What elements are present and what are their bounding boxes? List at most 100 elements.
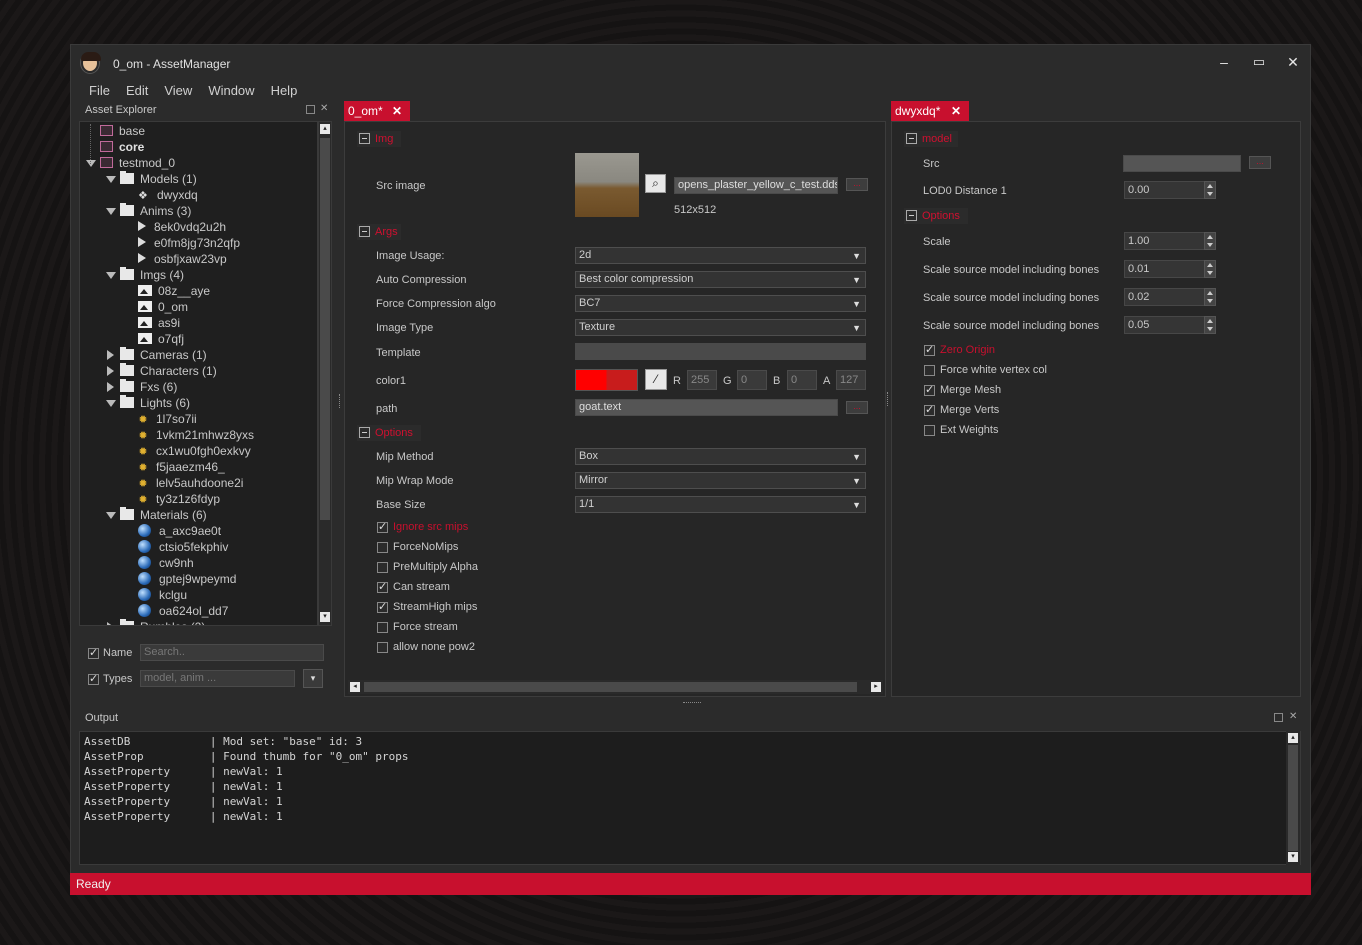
tree-item[interactable]: core xyxy=(100,139,144,155)
tree-item[interactable]: Characters (1) xyxy=(120,363,217,379)
scroll-thumb[interactable] xyxy=(1288,745,1298,851)
model-section-header[interactable]: model xyxy=(904,131,958,147)
base-size-select[interactable]: 1/1 ▼ xyxy=(575,496,866,513)
types-input[interactable]: model, anim ... xyxy=(140,670,295,687)
tree-item[interactable]: e0fm8jg73n2qfp xyxy=(138,235,240,251)
close-button[interactable]: ✕ xyxy=(1281,51,1305,73)
output-scrollbar[interactable]: ▴ ▾ xyxy=(1286,731,1300,865)
expand-arrow-icon[interactable] xyxy=(106,400,116,407)
option-checkbox[interactable] xyxy=(377,641,388,655)
menu-file[interactable]: File xyxy=(81,83,118,103)
path-input[interactable]: goat.text xyxy=(575,399,838,416)
expand-arrow-icon[interactable] xyxy=(106,512,116,519)
types-filter-checkbox[interactable] xyxy=(88,672,99,687)
tree-item[interactable]: ✹ lelv5auhdoone2i xyxy=(138,475,243,491)
expand-arrow-icon[interactable] xyxy=(106,272,116,279)
tree-item[interactable]: ✹ ty3z1z6fdyp xyxy=(138,491,220,507)
scale-source-spinbox[interactable]: 0.01 xyxy=(1124,260,1216,278)
browse-model-button[interactable]: ... xyxy=(1249,156,1271,169)
tree-item[interactable]: as9i xyxy=(138,315,180,331)
expand-arrow-icon[interactable] xyxy=(106,176,116,183)
types-dropdown-button[interactable]: ▾ xyxy=(303,669,323,688)
tree-item[interactable]: ✹ 1vkm21mhwz8yxs xyxy=(138,427,254,443)
color-a-input[interactable]: 127 xyxy=(836,370,866,390)
collapse-arrow-icon[interactable] xyxy=(107,350,114,360)
tree-item[interactable]: base xyxy=(100,123,145,139)
model-option-checkbox[interactable] xyxy=(924,364,935,378)
color-g-input[interactable]: 0 xyxy=(737,370,767,390)
tree-item[interactable]: Lights (6) xyxy=(120,395,190,411)
expand-arrow-icon[interactable] xyxy=(86,160,96,167)
spin-arrows-icon[interactable] xyxy=(1204,260,1216,278)
tree-item[interactable]: gptej9wpeymd xyxy=(138,571,236,587)
color-b-input[interactable]: 0 xyxy=(787,370,817,390)
zoom-icon[interactable]: ⌕ xyxy=(645,174,666,193)
hscroll-thumb[interactable] xyxy=(364,682,857,692)
name-filter-checkbox[interactable] xyxy=(88,646,99,661)
image-type-select[interactable]: Texture ▼ xyxy=(575,319,866,336)
tab-0-om[interactable]: 0_om* ✕ xyxy=(344,101,410,121)
scroll-up-button[interactable]: ▴ xyxy=(1288,733,1298,743)
browse-path-button[interactable]: ... xyxy=(846,401,868,414)
spin-arrows-icon[interactable] xyxy=(1204,232,1216,250)
scroll-thumb[interactable] xyxy=(320,138,330,520)
option-checkbox[interactable] xyxy=(377,580,388,595)
model-option-checkbox[interactable] xyxy=(924,403,935,418)
tree-item[interactable]: ctsio5fekphiv xyxy=(138,539,228,555)
menu-edit[interactable]: Edit xyxy=(118,83,156,103)
tree-item[interactable]: Models (1) xyxy=(120,171,197,187)
search-input[interactable]: Search.. xyxy=(140,644,324,661)
auto-compression-select[interactable]: Best color compression ▼ xyxy=(575,271,866,288)
tree-item[interactable]: Fxs (6) xyxy=(120,379,177,395)
color-swatch[interactable] xyxy=(575,369,638,391)
mip-method-select[interactable]: Box ▼ xyxy=(575,448,866,465)
tab-dwyxdq[interactable]: dwyxdq* ✕ xyxy=(891,101,969,121)
float-icon[interactable] xyxy=(306,105,315,114)
tree-item[interactable]: 08z__aye xyxy=(138,283,210,299)
horizontal-scrollbar[interactable]: ◂ ▸ xyxy=(348,680,883,694)
dock-close-icon[interactable]: ✕ xyxy=(1289,711,1297,722)
tree-item[interactable]: ✹ 1l7so7ii xyxy=(138,411,196,427)
tree-item[interactable]: ✹ f5jaaezm46_ xyxy=(138,459,224,475)
model-option-checkbox[interactable] xyxy=(924,383,935,398)
option-checkbox[interactable] xyxy=(377,621,388,635)
tree-item[interactable]: 8ek0vdq2u2h xyxy=(138,219,226,235)
scroll-left-button[interactable]: ◂ xyxy=(350,682,360,692)
force-compression-select[interactable]: BC7 ▼ xyxy=(575,295,866,312)
scroll-down-button[interactable]: ▾ xyxy=(320,612,330,622)
tree-item[interactable]: cw9nh xyxy=(138,555,194,571)
tree-item[interactable]: osbfjxaw23vp xyxy=(138,251,227,267)
menu-view[interactable]: View xyxy=(156,83,200,103)
tree-item[interactable]: ❖ dwyxdq xyxy=(138,187,198,203)
template-input[interactable] xyxy=(575,343,866,360)
spin-arrows-icon[interactable] xyxy=(1204,288,1216,306)
spin-arrows-icon[interactable] xyxy=(1204,181,1216,199)
browse-src-button[interactable]: ... xyxy=(846,178,868,191)
img-section-header[interactable]: Img xyxy=(357,131,401,147)
model-option-checkbox[interactable] xyxy=(924,424,935,438)
option-checkbox[interactable] xyxy=(377,520,388,535)
expand-arrow-icon[interactable] xyxy=(106,208,116,215)
scale-spinbox[interactable]: 1.00 xyxy=(1124,232,1216,250)
tab-close-icon[interactable]: ✕ xyxy=(392,101,402,121)
option-checkbox[interactable] xyxy=(377,541,388,555)
splitter-handle[interactable] xyxy=(683,702,701,704)
src-image-path[interactable]: opens_plaster_yellow_c_test.dds xyxy=(674,177,838,194)
collapse-arrow-icon[interactable] xyxy=(107,622,114,625)
float-icon[interactable] xyxy=(1274,713,1283,722)
option-checkbox[interactable] xyxy=(377,600,388,615)
dock-close-icon[interactable]: ✕ xyxy=(320,103,328,114)
maximize-button[interactable]: ▭ xyxy=(1247,51,1271,73)
mip-wrap-select[interactable]: Mirror ▼ xyxy=(575,472,866,489)
tab-close-icon[interactable]: ✕ xyxy=(951,101,961,121)
color-r-input[interactable]: 255 xyxy=(687,370,717,390)
tree-item[interactable]: testmod_0 xyxy=(100,155,175,171)
args-section-header[interactable]: Args xyxy=(357,224,401,240)
tree-item[interactable]: Cameras (1) xyxy=(120,347,207,363)
tree-item[interactable]: Anims (3) xyxy=(120,203,191,219)
minimize-button[interactable]: ‒ xyxy=(1212,51,1236,73)
tree-item[interactable]: 0_om xyxy=(138,299,188,315)
eyedropper-icon[interactable]: ⁄ xyxy=(645,369,667,390)
tree-item[interactable]: kclgu xyxy=(138,587,187,603)
scroll-down-button[interactable]: ▾ xyxy=(1288,852,1298,862)
